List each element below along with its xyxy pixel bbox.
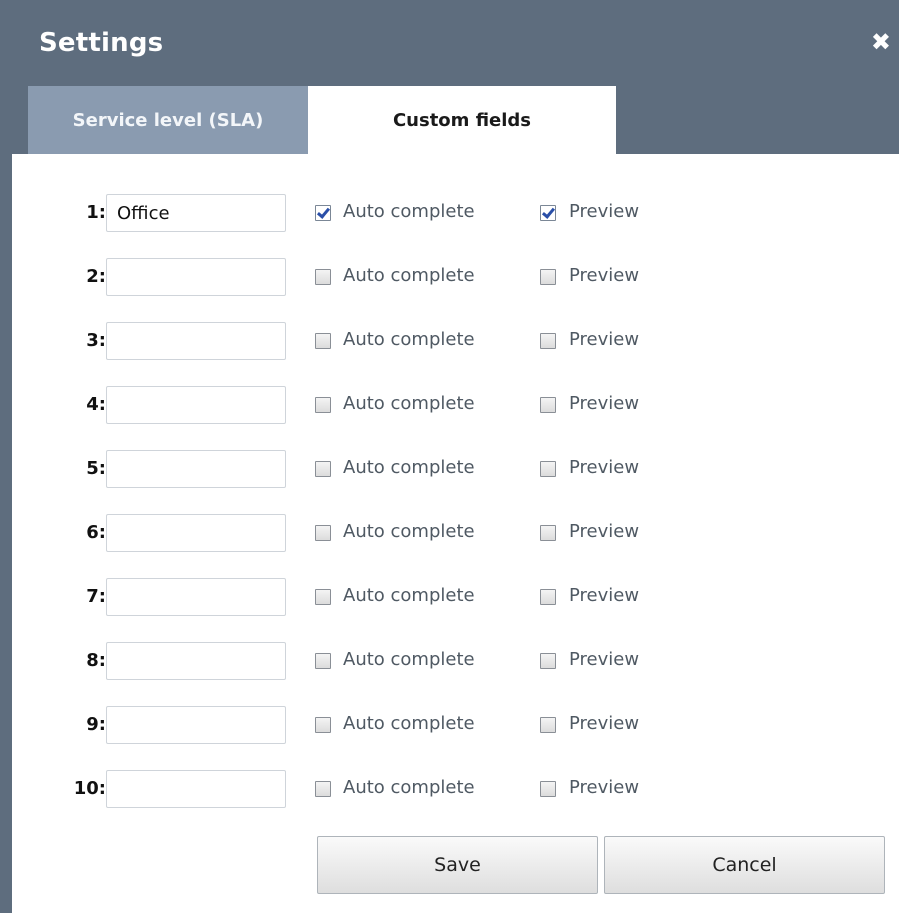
preview-label[interactable]: Preview [569, 713, 639, 734]
preview-checkbox[interactable] [540, 525, 556, 541]
field-number-label: 10: [73, 778, 106, 799]
auto-complete-label[interactable]: Auto complete [343, 265, 475, 286]
custom-field-row: 3: Auto complete Preview [12, 322, 899, 362]
preview-checkbox[interactable] [540, 205, 556, 221]
auto-complete-label[interactable]: Auto complete [343, 585, 475, 606]
preview-checkbox[interactable] [540, 269, 556, 285]
custom-field-input[interactable] [106, 642, 286, 680]
auto-complete-label[interactable]: Auto complete [343, 329, 475, 350]
custom-field-row: 1: Auto complete Preview [12, 194, 899, 234]
auto-complete-label[interactable]: Auto complete [343, 521, 475, 542]
tab-custom-fields[interactable]: Custom fields [308, 86, 616, 154]
auto-complete-label[interactable]: Auto complete [343, 713, 475, 734]
settings-dialog: Settings ✖ Service level (SLA) Custom fi… [0, 0, 899, 913]
custom-field-row: 4: Auto complete Preview [12, 386, 899, 426]
custom-field-row: 2: Auto complete Preview [12, 258, 899, 298]
auto-complete-label[interactable]: Auto complete [343, 649, 475, 670]
dialog-title: Settings [39, 28, 164, 58]
custom-field-row: 6: Auto complete Preview [12, 514, 899, 554]
auto-complete-checkbox[interactable] [315, 269, 331, 285]
custom-field-input[interactable] [106, 770, 286, 808]
tab-service-level[interactable]: Service level (SLA) [28, 86, 308, 154]
auto-complete-checkbox[interactable] [315, 205, 331, 221]
preview-label[interactable]: Preview [569, 585, 639, 606]
preview-label[interactable]: Preview [569, 201, 639, 222]
auto-complete-checkbox[interactable] [315, 525, 331, 541]
custom-field-row: 8: Auto complete Preview [12, 642, 899, 682]
custom-field-input[interactable] [106, 706, 286, 744]
auto-complete-checkbox[interactable] [315, 589, 331, 605]
custom-field-input[interactable] [106, 578, 286, 616]
preview-checkbox[interactable] [540, 333, 556, 349]
auto-complete-checkbox[interactable] [315, 781, 331, 797]
preview-checkbox[interactable] [540, 589, 556, 605]
custom-field-row: 7: Auto complete Preview [12, 578, 899, 618]
field-number-label: 2: [86, 266, 106, 287]
field-number-label: 3: [86, 330, 106, 351]
custom-field-input[interactable] [106, 450, 286, 488]
close-icon[interactable]: ✖ [871, 30, 891, 54]
custom-field-input[interactable] [106, 514, 286, 552]
custom-field-row: 9: Auto complete Preview [12, 706, 899, 746]
preview-label[interactable]: Preview [569, 777, 639, 798]
preview-label[interactable]: Preview [569, 393, 639, 414]
auto-complete-label[interactable]: Auto complete [343, 457, 475, 478]
field-number-label: 6: [86, 522, 106, 543]
field-number-label: 9: [86, 714, 106, 735]
custom-field-input[interactable] [106, 322, 286, 360]
auto-complete-checkbox[interactable] [315, 333, 331, 349]
preview-checkbox[interactable] [540, 397, 556, 413]
field-number-label: 5: [86, 458, 106, 479]
tab-bar: Service level (SLA) Custom fields [28, 86, 899, 154]
preview-label[interactable]: Preview [569, 457, 639, 478]
auto-complete-label[interactable]: Auto complete [343, 201, 475, 222]
save-button[interactable]: Save [317, 836, 598, 894]
cancel-button[interactable]: Cancel [604, 836, 885, 894]
custom-field-row: 10: Auto complete Preview [12, 770, 899, 810]
field-number-label: 4: [86, 394, 106, 415]
preview-label[interactable]: Preview [569, 649, 639, 670]
auto-complete-checkbox[interactable] [315, 461, 331, 477]
auto-complete-checkbox[interactable] [315, 653, 331, 669]
auto-complete-checkbox[interactable] [315, 397, 331, 413]
preview-checkbox[interactable] [540, 717, 556, 733]
custom-field-row: 5: Auto complete Preview [12, 450, 899, 490]
auto-complete-checkbox[interactable] [315, 717, 331, 733]
auto-complete-label[interactable]: Auto complete [343, 777, 475, 798]
preview-label[interactable]: Preview [569, 521, 639, 542]
preview-label[interactable]: Preview [569, 329, 639, 350]
custom-field-input[interactable] [106, 194, 286, 232]
field-number-label: 1: [86, 202, 106, 223]
auto-complete-label[interactable]: Auto complete [343, 393, 475, 414]
preview-label[interactable]: Preview [569, 265, 639, 286]
field-number-label: 8: [86, 650, 106, 671]
custom-field-input[interactable] [106, 386, 286, 424]
custom-fields-panel: Save Cancel 1: Auto complete Preview 2: Auto… [12, 154, 899, 913]
preview-checkbox[interactable] [540, 653, 556, 669]
custom-field-input[interactable] [106, 258, 286, 296]
preview-checkbox[interactable] [540, 781, 556, 797]
preview-checkbox[interactable] [540, 461, 556, 477]
field-number-label: 7: [86, 586, 106, 607]
